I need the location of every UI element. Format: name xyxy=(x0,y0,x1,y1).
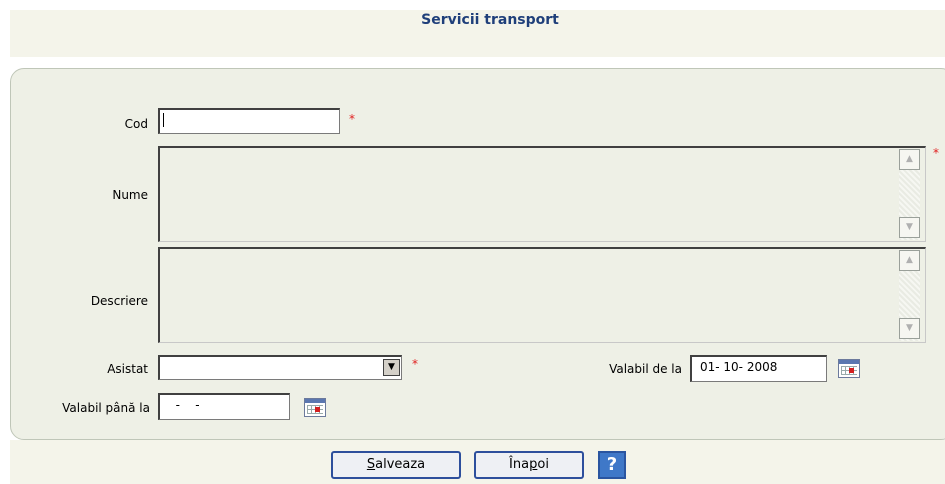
valabil-de-la-input[interactable]: 01- 10- 2008 xyxy=(690,355,827,382)
valabil-pana-la-input[interactable]: - - xyxy=(158,393,290,420)
asistat-label: Asistat xyxy=(107,362,148,376)
asistat-select[interactable] xyxy=(158,355,402,380)
help-icon[interactable]: ? xyxy=(598,451,626,479)
asistat-required-marker: * xyxy=(412,357,418,371)
valabil-pana-la-value: - - xyxy=(168,398,200,412)
valabil-pana-la-label: Valabil până la xyxy=(62,401,150,415)
save-button[interactable]: Salveaza xyxy=(331,451,461,479)
calendar-icon[interactable] xyxy=(304,398,326,417)
cod-label: Cod xyxy=(124,117,148,131)
descriere-textarea[interactable] xyxy=(158,247,926,343)
chevron-down-icon[interactable]: ▼ xyxy=(383,359,400,376)
nume-textarea[interactable] xyxy=(158,146,926,242)
text-cursor xyxy=(163,113,164,127)
nume-label: Nume xyxy=(112,188,148,202)
scroll-down-icon[interactable]: ▼ xyxy=(899,217,920,238)
valabil-de-la-label: Valabil de la xyxy=(609,362,682,376)
calendar-icon[interactable] xyxy=(838,359,860,378)
scroll-down-icon[interactable]: ▼ xyxy=(899,318,920,339)
back-button[interactable]: Înapoi xyxy=(474,451,584,479)
valabil-de-la-value: 01- 10- 2008 xyxy=(700,360,778,374)
back-label-rest: oi xyxy=(537,457,549,472)
scroll-up-icon[interactable]: ▲ xyxy=(899,250,920,271)
scroll-up-icon[interactable]: ▲ xyxy=(899,149,920,170)
descriere-label: Descriere xyxy=(90,294,148,308)
nume-required-marker: * xyxy=(933,146,939,160)
save-label: alveaza xyxy=(375,457,426,472)
save-accel: S xyxy=(366,457,376,472)
page-title: Servicii transport xyxy=(421,12,559,28)
cod-input[interactable] xyxy=(158,108,340,134)
cod-required-marker: * xyxy=(349,112,355,126)
back-label-pre: Îna xyxy=(509,457,530,472)
